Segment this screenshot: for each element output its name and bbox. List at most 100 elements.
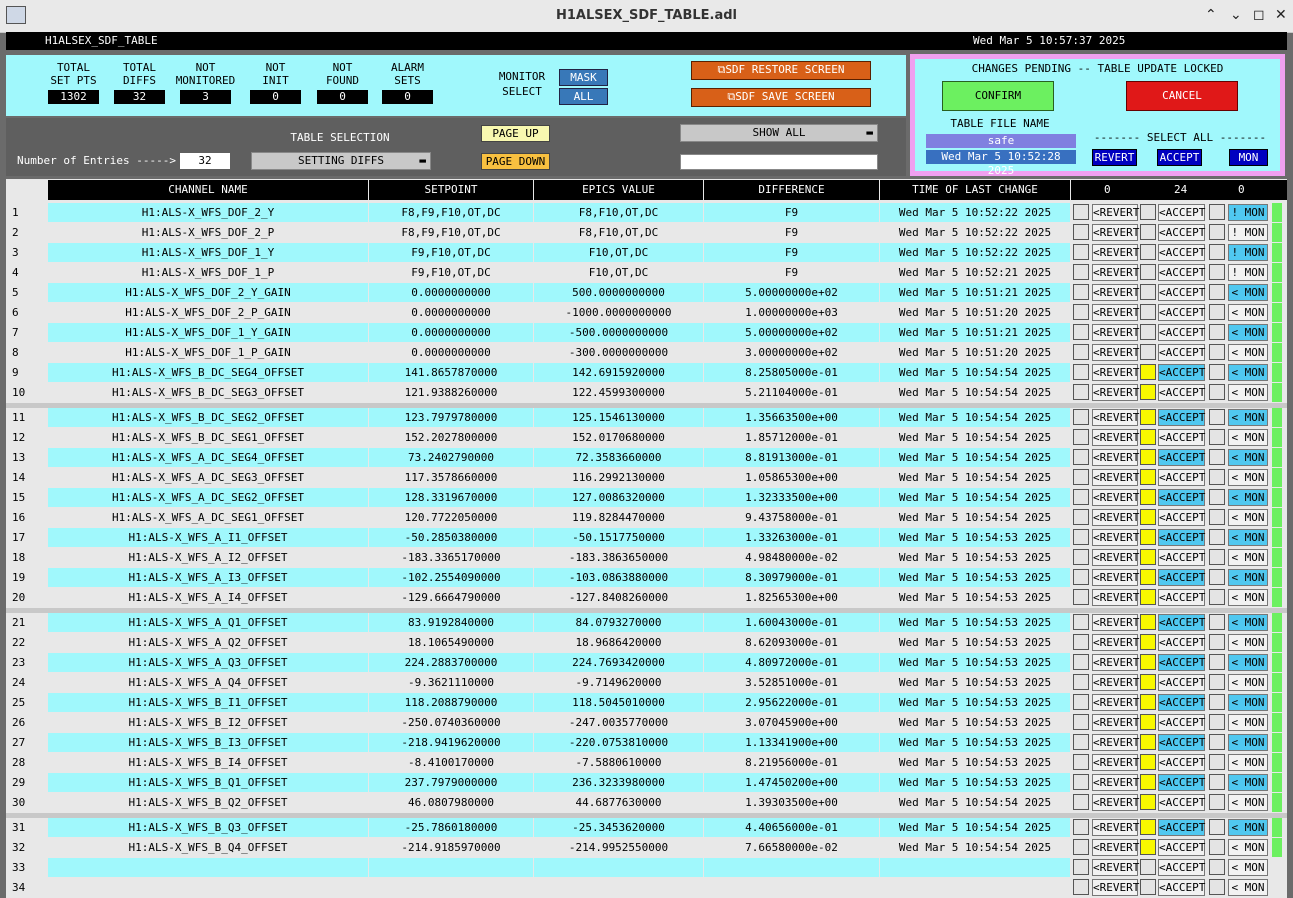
filter-input[interactable] [680, 154, 878, 170]
confirm-button[interactable]: CONFIRM [942, 81, 1054, 111]
revert-checkbox[interactable] [1073, 364, 1089, 380]
revert-checkbox[interactable] [1073, 774, 1089, 790]
revert-button[interactable]: <REVERT [1092, 569, 1139, 586]
mon-checkbox[interactable] [1209, 489, 1225, 505]
show-all-dropdown[interactable]: SHOW ALL ▬ [680, 124, 878, 142]
accept-button[interactable]: <ACCEPT [1158, 859, 1205, 876]
table-selection-dropdown[interactable]: SETTING DIFFS ▬ [251, 152, 431, 170]
mon-button[interactable]: < MON [1228, 879, 1268, 896]
accept-checkbox[interactable] [1140, 714, 1156, 730]
accept-checkbox[interactable] [1140, 489, 1156, 505]
mon-button[interactable]: < MON [1228, 859, 1268, 876]
mon-button[interactable]: < MON [1228, 654, 1268, 671]
revert-button[interactable]: <REVERT [1092, 674, 1139, 691]
accept-button[interactable]: <ACCEPT [1158, 489, 1205, 506]
accept-button[interactable]: <ACCEPT [1158, 364, 1205, 381]
revert-checkbox[interactable] [1073, 794, 1089, 810]
mon-checkbox[interactable] [1209, 224, 1225, 240]
revert-checkbox[interactable] [1073, 859, 1089, 875]
mon-button[interactable]: < MON [1228, 529, 1268, 546]
mon-button[interactable]: < MON [1228, 449, 1268, 466]
mon-button[interactable]: < MON [1228, 304, 1268, 321]
accept-checkbox[interactable] [1140, 529, 1156, 545]
revert-button[interactable]: <REVERT [1092, 204, 1139, 221]
accept-checkbox[interactable] [1140, 694, 1156, 710]
mon-button[interactable]: < MON [1228, 589, 1268, 606]
revert-button[interactable]: <REVERT [1092, 774, 1139, 791]
revert-checkbox[interactable] [1073, 324, 1089, 340]
accept-button[interactable]: <ACCEPT [1158, 429, 1205, 446]
accept-button[interactable]: <ACCEPT [1158, 409, 1205, 426]
revert-button[interactable]: <REVERT [1092, 634, 1139, 651]
revert-checkbox[interactable] [1073, 654, 1089, 670]
mon-checkbox[interactable] [1209, 569, 1225, 585]
mon-button[interactable]: < MON [1228, 714, 1268, 731]
page-down-button[interactable]: PAGE DOWN [481, 153, 550, 170]
revert-button[interactable]: <REVERT [1092, 794, 1139, 811]
accept-button[interactable]: <ACCEPT [1158, 754, 1205, 771]
accept-checkbox[interactable] [1140, 879, 1156, 895]
mon-checkbox[interactable] [1209, 839, 1225, 855]
accept-checkbox[interactable] [1140, 469, 1156, 485]
mon-button[interactable]: ! MON [1228, 244, 1268, 261]
cancel-button[interactable]: CANCEL [1126, 81, 1238, 111]
mon-button[interactable]: ! MON [1228, 204, 1268, 221]
revert-button[interactable]: <REVERT [1092, 734, 1139, 751]
revert-button[interactable]: <REVERT [1092, 409, 1139, 426]
accept-button[interactable]: <ACCEPT [1158, 734, 1205, 751]
revert-button[interactable]: <REVERT [1092, 654, 1139, 671]
revert-button[interactable]: <REVERT [1092, 384, 1139, 401]
accept-checkbox[interactable] [1140, 344, 1156, 360]
accept-button[interactable]: <ACCEPT [1158, 614, 1205, 631]
revert-button[interactable]: <REVERT [1092, 589, 1139, 606]
minimize-icon[interactable]: ⌄ [1230, 7, 1242, 23]
revert-checkbox[interactable] [1073, 244, 1089, 260]
revert-checkbox[interactable] [1073, 839, 1089, 855]
revert-button[interactable]: <REVERT [1092, 224, 1139, 241]
accept-button[interactable]: <ACCEPT [1158, 674, 1205, 691]
revert-button[interactable]: <REVERT [1092, 344, 1139, 361]
revert-checkbox[interactable] [1073, 449, 1089, 465]
accept-button[interactable]: <ACCEPT [1158, 304, 1205, 321]
accept-checkbox[interactable] [1140, 674, 1156, 690]
mon-checkbox[interactable] [1209, 324, 1225, 340]
all-button[interactable]: ALL [559, 88, 608, 105]
mon-button[interactable]: < MON [1228, 549, 1268, 566]
revert-checkbox[interactable] [1073, 509, 1089, 525]
revert-checkbox[interactable] [1073, 734, 1089, 750]
accept-button[interactable]: <ACCEPT [1158, 469, 1205, 486]
revert-checkbox[interactable] [1073, 429, 1089, 445]
select-all-mon-button[interactable]: MON [1229, 149, 1268, 166]
revert-checkbox[interactable] [1073, 549, 1089, 565]
accept-checkbox[interactable] [1140, 794, 1156, 810]
close-icon[interactable]: ✕ [1275, 7, 1287, 23]
mon-button[interactable]: < MON [1228, 469, 1268, 486]
mon-checkbox[interactable] [1209, 509, 1225, 525]
mon-checkbox[interactable] [1209, 284, 1225, 300]
mon-checkbox[interactable] [1209, 244, 1225, 260]
revert-button[interactable]: <REVERT [1092, 714, 1139, 731]
revert-checkbox[interactable] [1073, 614, 1089, 630]
mon-button[interactable]: < MON [1228, 634, 1268, 651]
mon-button[interactable]: < MON [1228, 839, 1268, 856]
mon-checkbox[interactable] [1209, 384, 1225, 400]
revert-button[interactable]: <REVERT [1092, 694, 1139, 711]
accept-checkbox[interactable] [1140, 304, 1156, 320]
mon-checkbox[interactable] [1209, 734, 1225, 750]
revert-checkbox[interactable] [1073, 819, 1089, 835]
accept-checkbox[interactable] [1140, 244, 1156, 260]
page-up-button[interactable]: PAGE UP [481, 125, 550, 142]
mon-checkbox[interactable] [1209, 654, 1225, 670]
mon-checkbox[interactable] [1209, 754, 1225, 770]
revert-checkbox[interactable] [1073, 284, 1089, 300]
revert-checkbox[interactable] [1073, 409, 1089, 425]
mon-checkbox[interactable] [1209, 879, 1225, 895]
revert-button[interactable]: <REVERT [1092, 509, 1139, 526]
accept-checkbox[interactable] [1140, 264, 1156, 280]
mon-button[interactable]: < MON [1228, 614, 1268, 631]
mon-checkbox[interactable] [1209, 674, 1225, 690]
mon-button[interactable]: < MON [1228, 569, 1268, 586]
mon-button[interactable]: ! MON [1228, 224, 1268, 241]
mask-button[interactable]: MASK [559, 69, 608, 86]
mon-checkbox[interactable] [1209, 714, 1225, 730]
